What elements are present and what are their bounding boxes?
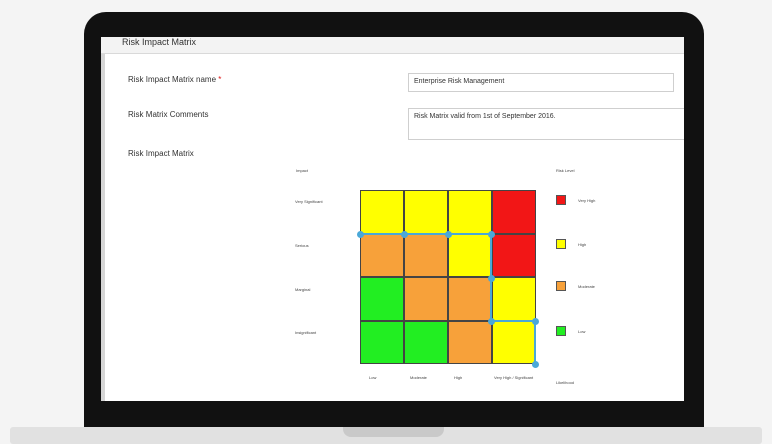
legend-swatch-red <box>556 195 566 205</box>
legend-label: Moderate <box>578 284 595 289</box>
threshold-handle[interactable] <box>487 274 495 282</box>
laptop-notch <box>343 427 444 437</box>
app-screen: Risk Impact Matrix Risk Impact Matrix na… <box>101 37 684 401</box>
threshold-handle[interactable] <box>444 230 452 238</box>
threshold-handle[interactable] <box>400 230 408 238</box>
threshold-handle[interactable] <box>487 230 495 238</box>
threshold-handle[interactable] <box>487 317 495 325</box>
legend-label: High <box>578 242 587 247</box>
threshold-handle[interactable] <box>356 230 364 238</box>
legend-label: Very High <box>578 198 596 203</box>
legend-swatch-green <box>556 326 566 336</box>
legend-swatch-orange <box>556 281 566 291</box>
threshold-handle[interactable] <box>531 360 539 368</box>
legend-swatch-yellow <box>556 239 566 249</box>
threshold-line-high[interactable] <box>360 233 536 364</box>
threshold-lines[interactable] <box>101 37 684 401</box>
threshold-handle[interactable] <box>531 317 539 325</box>
legend-title: Risk Level <box>556 168 575 173</box>
likelihood-axis-label: Likelihood <box>556 380 575 385</box>
legend-label: Low <box>578 329 586 334</box>
